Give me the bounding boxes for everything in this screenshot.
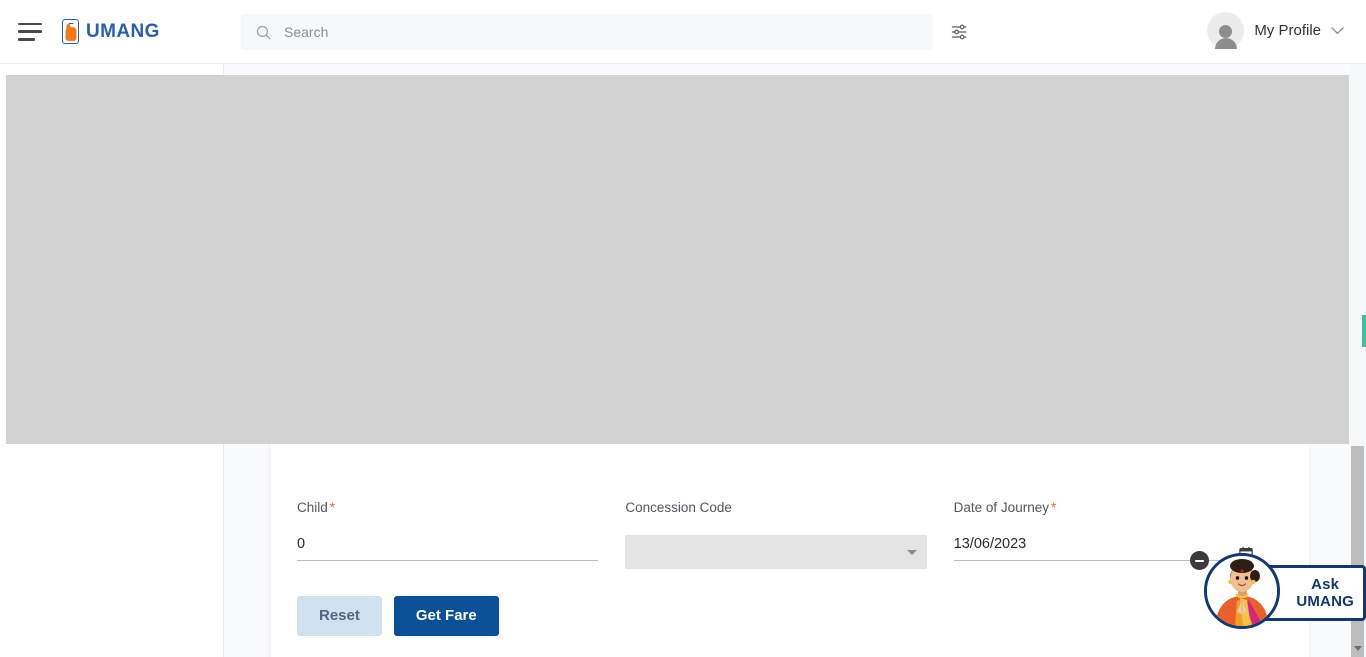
minimize-icon[interactable] bbox=[1190, 551, 1209, 570]
hamburger-bar bbox=[18, 30, 42, 33]
dropdown-caret-icon bbox=[906, 549, 917, 555]
field-concession-code-label: Concession Code bbox=[625, 500, 926, 515]
search-bar[interactable] bbox=[241, 14, 933, 50]
field-child-label: Child * bbox=[297, 500, 598, 515]
reset-button[interactable]: Reset bbox=[297, 596, 382, 636]
form-action-buttons: Reset Get Fare bbox=[297, 596, 499, 636]
ask-umang-widget[interactable]: Ask UMANG bbox=[1190, 547, 1366, 635]
search-input[interactable] bbox=[284, 24, 884, 40]
required-asterisk: * bbox=[1050, 500, 1057, 515]
field-child: Child * bbox=[297, 500, 599, 569]
get-fare-button[interactable]: Get Fare bbox=[393, 596, 499, 636]
ask-umang-label: Ask UMANG bbox=[1296, 576, 1354, 610]
hamburger-menu-icon[interactable] bbox=[18, 22, 42, 41]
ask-umang-line2: UMANG bbox=[1296, 593, 1354, 610]
umang-phone-hand-logo-icon bbox=[62, 19, 79, 44]
search-icon bbox=[256, 25, 271, 40]
fare-enquiry-card: Child* Concession Code bbox=[271, 440, 1309, 657]
avatar-illustration bbox=[1207, 556, 1277, 626]
child-input[interactable] bbox=[297, 536, 599, 561]
field-child-label-text: Child bbox=[297, 500, 328, 515]
chevron-down-icon[interactable] bbox=[1331, 26, 1344, 35]
concession-code-select[interactable] bbox=[625, 535, 927, 569]
field-concession-code-label-text: Concession Code bbox=[625, 500, 732, 515]
settings-sliders-icon[interactable] bbox=[949, 22, 971, 42]
user-avatar-icon bbox=[1207, 12, 1245, 49]
field-date-of-journey-label-text: Date of Journey bbox=[953, 500, 1049, 515]
umang-brand-logo[interactable]: UMANG bbox=[62, 19, 160, 44]
hamburger-bar bbox=[18, 22, 42, 26]
profile-menu[interactable]: My Profile bbox=[1207, 12, 1344, 49]
brand-label: UMANG bbox=[86, 20, 160, 42]
app-header: UMANG My Profile bbox=[0, 0, 1366, 64]
hamburger-bar bbox=[18, 37, 35, 41]
avatar-body bbox=[1214, 38, 1237, 49]
right-edge-marker bbox=[1362, 315, 1366, 347]
scroll-down-arrow-icon[interactable] bbox=[1349, 640, 1366, 657]
namaste-woman-avatar-icon[interactable] bbox=[1204, 553, 1280, 629]
field-date-of-journey-label: Date of Journey * bbox=[954, 500, 1255, 515]
form-fields-row: Child* Concession Code bbox=[297, 500, 1282, 569]
profile-label: My Profile bbox=[1254, 22, 1321, 39]
app-root: UMANG My Profile bbox=[0, 0, 1366, 657]
umang-hand-shape bbox=[65, 23, 76, 41]
avatar-head bbox=[1219, 25, 1233, 38]
required-asterisk: * bbox=[329, 500, 336, 515]
ask-umang-line1: Ask bbox=[1311, 576, 1340, 593]
loading-overlay bbox=[6, 75, 1360, 444]
field-concession-code: Concession Code bbox=[625, 500, 927, 569]
